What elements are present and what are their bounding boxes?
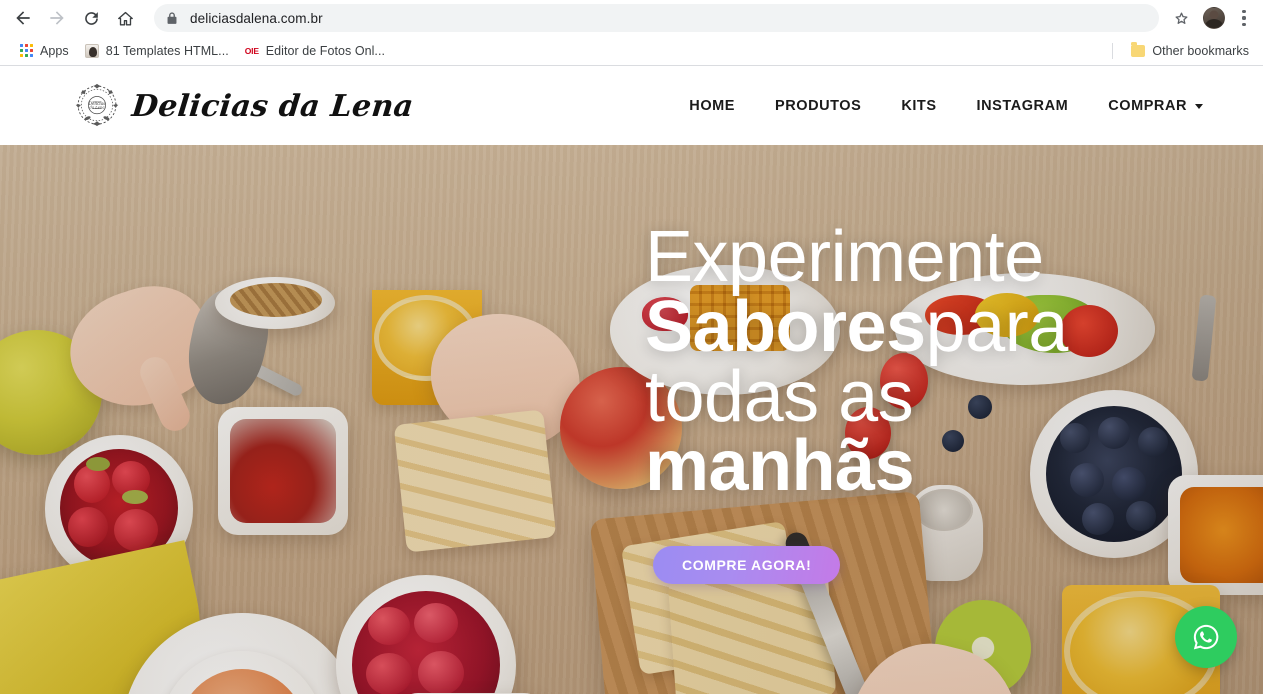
kebab-dot	[1242, 22, 1246, 26]
kebab-dot	[1242, 16, 1246, 20]
whatsapp-icon	[1193, 624, 1219, 650]
crest-emblem-icon: Delicias da Lena	[70, 79, 124, 133]
nav-item-label: PRODUTOS	[775, 98, 862, 114]
whatsapp-float-button[interactable]	[1175, 606, 1237, 668]
star-icon	[1174, 12, 1188, 24]
reload-icon	[84, 11, 98, 25]
site-brand-name: Delicias da Lena	[130, 88, 416, 124]
hero-line-4-bold: manhãs	[645, 426, 915, 507]
hero-line-2-thin: para	[925, 286, 1069, 367]
nav-item-produtos[interactable]: PRODUTOS	[755, 90, 881, 122]
nav-item-instagram[interactable]: INSTAGRAM	[957, 90, 1089, 122]
bookmark-apps[interactable]: Apps	[12, 39, 77, 63]
kebab-dot	[1242, 10, 1246, 14]
back-button[interactable]	[8, 3, 38, 33]
profile-avatar[interactable]	[1203, 7, 1225, 29]
compre-agora-button[interactable]: COMPRE AGORA!	[653, 546, 841, 585]
nav-item-kits[interactable]: KITS	[881, 90, 956, 122]
nav-item-label: COMPRAR	[1108, 98, 1187, 114]
svg-text:da Lena: da Lena	[89, 105, 104, 109]
site-header: Delicias da Lena Delicias da Lena HOME P…	[0, 67, 1263, 145]
bookmark-item[interactable]: 81 Templates HTML...	[77, 39, 237, 63]
other-bookmarks-folder[interactable]: Other bookmarks	[1123, 39, 1257, 63]
bookmark-label: 81 Templates HTML...	[105, 43, 229, 58]
bookmark-label: Editor de Fotos Onl...	[265, 43, 386, 58]
chevron-down-icon	[1195, 103, 1203, 109]
chrome-menu-button[interactable]	[1233, 4, 1255, 32]
other-bookmarks-label: Other bookmarks	[1152, 43, 1249, 58]
nav-item-label: INSTAGRAM	[976, 98, 1069, 114]
hero-line-3: todas as	[645, 356, 914, 437]
nav-item-home[interactable]: HOME	[669, 90, 755, 122]
hero-section: Experimente Saborespara todas as manhãs …	[0, 145, 1263, 694]
templates-favicon	[84, 43, 99, 58]
main-navigation: HOME PRODUTOS KITS INSTAGRAM COMPRAR	[669, 90, 1223, 122]
arrow-left-icon	[16, 11, 30, 25]
hero-line-1: Experimente	[645, 217, 1044, 297]
hero-content: Experimente Saborespara todas as manhãs …	[0, 145, 1263, 694]
bookmarks-bar: Apps 81 Templates HTML... OIE Editor de …	[0, 36, 1263, 66]
bookmark-apps-label: Apps	[40, 43, 69, 58]
apps-grid-icon	[20, 44, 33, 57]
bookmarks-divider	[1112, 42, 1114, 59]
forward-button[interactable]	[42, 3, 72, 33]
bookmark-star-button[interactable]	[1167, 4, 1195, 32]
browser-window: deliciasdalena.com.br Apps 81 Templates …	[0, 0, 1263, 694]
reload-button[interactable]	[76, 3, 106, 33]
hero-heading: Experimente Saborespara todas as manhãs	[645, 221, 1069, 502]
arrow-right-icon	[50, 11, 64, 25]
toolbar-right-group	[1167, 4, 1255, 32]
web-page: Delicias da Lena Delicias da Lena HOME P…	[0, 67, 1263, 694]
nav-item-label: HOME	[689, 98, 735, 114]
address-bar[interactable]: deliciasdalena.com.br	[154, 4, 1159, 32]
url-text: deliciasdalena.com.br	[190, 10, 323, 26]
home-button[interactable]	[110, 3, 140, 33]
nav-item-comprar[interactable]: COMPRAR	[1088, 90, 1223, 122]
lock-icon	[166, 11, 178, 25]
nav-item-label: KITS	[901, 98, 937, 114]
site-brand[interactable]: Delicias da Lena Delicias da Lena	[70, 79, 416, 133]
browser-toolbar: deliciasdalena.com.br	[0, 0, 1263, 36]
home-icon	[117, 11, 133, 26]
oie-favicon: OIE	[244, 45, 259, 56]
bookmark-item[interactable]: OIE Editor de Fotos Onl...	[237, 39, 393, 63]
hero-line-2-bold: Sabores	[645, 286, 926, 367]
folder-icon	[1131, 42, 1146, 57]
